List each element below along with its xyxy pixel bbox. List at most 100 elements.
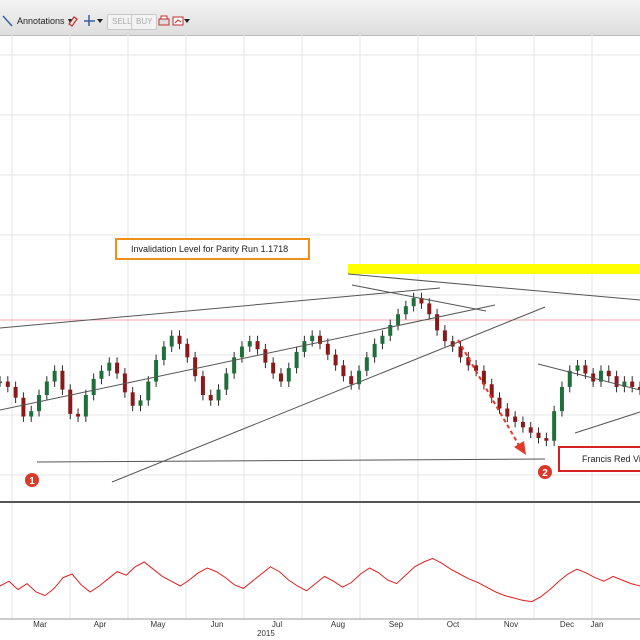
oscillator-line [0, 557, 640, 603]
candle-body [169, 335, 174, 347]
candle-body [146, 381, 151, 401]
candle-body [325, 343, 330, 355]
rising-support-line [111, 306, 546, 483]
candle-body [286, 368, 291, 382]
candle-body [193, 357, 198, 377]
candle-body [107, 362, 112, 371]
candle-body [372, 343, 377, 358]
candle-body [481, 370, 486, 385]
candle-body [333, 354, 338, 366]
candle-body [154, 360, 159, 382]
candle-body [341, 365, 346, 377]
candle-body [442, 330, 447, 342]
candle-body [0, 381, 2, 384]
candle-body [614, 376, 619, 387]
candle-body [37, 395, 42, 412]
candle-body [575, 365, 580, 371]
candle-body [224, 373, 229, 390]
descending-line-b [351, 284, 487, 312]
candle-body [380, 335, 385, 344]
candle-body [544, 438, 549, 441]
x-tick-label: May [150, 620, 165, 629]
eraser-icon[interactable] [67, 12, 79, 30]
candle-body [161, 346, 166, 360]
candle-body [364, 357, 369, 371]
candle-body [99, 370, 104, 379]
marker-one-label: 1 [29, 476, 35, 487]
red-trend-arrow [457, 339, 521, 448]
red-arrow-head [514, 441, 526, 455]
candle-body [411, 298, 416, 307]
candle-body [255, 341, 260, 350]
crosshair-icon[interactable] [83, 12, 103, 30]
x-tick-label: Apr [94, 620, 107, 629]
candle-body [520, 421, 525, 428]
buy-button[interactable]: BUY [131, 14, 158, 30]
invalidation-callout-text: Invalidation Level for Parity Run 1.1718 [131, 244, 289, 254]
francis-callout-text: Francis Red Vie [582, 454, 640, 464]
horizontal-support-line [36, 458, 546, 463]
x-axis-ticks: Mar Apr May Jun Jul Aug Sep Oct Nov Dec Jan [33, 620, 603, 629]
x-tick-label: Sep [389, 620, 404, 629]
chart-grid [0, 35, 640, 619]
x-tick-label: Dec [560, 620, 574, 629]
candle-body [76, 413, 81, 417]
candle-body [528, 427, 533, 433]
candle-body [536, 432, 541, 439]
candle-body [349, 376, 354, 385]
candle-body [44, 381, 49, 395]
print-icon[interactable] [157, 12, 171, 30]
candle-body [91, 378, 96, 395]
candle-body [263, 349, 268, 363]
chart-settings-icon[interactable] [172, 12, 190, 30]
upper-resistance-line [0, 287, 441, 329]
candle-body [208, 395, 213, 401]
candle-body [5, 381, 10, 387]
candle-body [513, 416, 518, 422]
x-tick-label: Mar [33, 620, 47, 629]
chart-window: { "toolbar": { "annotations_label": "Ann… [0, 0, 640, 640]
candle-body [68, 389, 73, 414]
annotations-label: Annotations [17, 16, 65, 26]
candle-body [630, 381, 635, 387]
candle-body [559, 386, 564, 412]
candle-body [239, 346, 244, 358]
chart-toolbar: Annotations ▼ SELL BUY [0, 0, 640, 36]
candle-body [294, 351, 299, 369]
candle-body [497, 397, 502, 409]
candle-body [247, 341, 252, 347]
yellow-level-band [348, 264, 640, 274]
candle-body [83, 395, 88, 417]
trend-lines [0, 273, 640, 483]
candle-body [271, 362, 276, 374]
candle-body [13, 386, 18, 398]
candle-body [403, 306, 408, 315]
descending-line-a [347, 273, 640, 301]
candle-body [310, 335, 315, 342]
candle-body [302, 341, 307, 352]
annotations-button[interactable]: Annotations ▼ [17, 12, 73, 30]
candle-body [567, 370, 572, 387]
candle-body [552, 411, 557, 441]
candlesticks [0, 292, 640, 447]
x-tick-label: Oct [447, 620, 460, 629]
x-tick-label: Jan [591, 620, 604, 629]
candle-body [216, 389, 221, 401]
candle-body [474, 365, 479, 371]
x-tick-label: Nov [504, 620, 518, 629]
candle-body [29, 411, 34, 417]
candle-body [583, 365, 588, 374]
candle-body [177, 335, 182, 344]
invalidation-callout: Invalidation Level for Parity Run 1.1718 [115, 238, 310, 260]
x-tick-label: Jun [211, 620, 224, 629]
candle-body [396, 314, 401, 325]
candle-body [427, 303, 432, 315]
candle-body [200, 376, 205, 395]
marker-two-label: 2 [542, 468, 548, 479]
line-tool-icon[interactable] [2, 12, 14, 30]
x-tick-label: Jul [272, 620, 282, 629]
candle-body [606, 370, 611, 377]
candle-body [52, 370, 57, 382]
price-chart[interactable]: Mar Apr May Jun Jul Aug Sep Oct Nov Dec Jan 2015 1… [0, 35, 640, 640]
candle-body [138, 400, 143, 406]
